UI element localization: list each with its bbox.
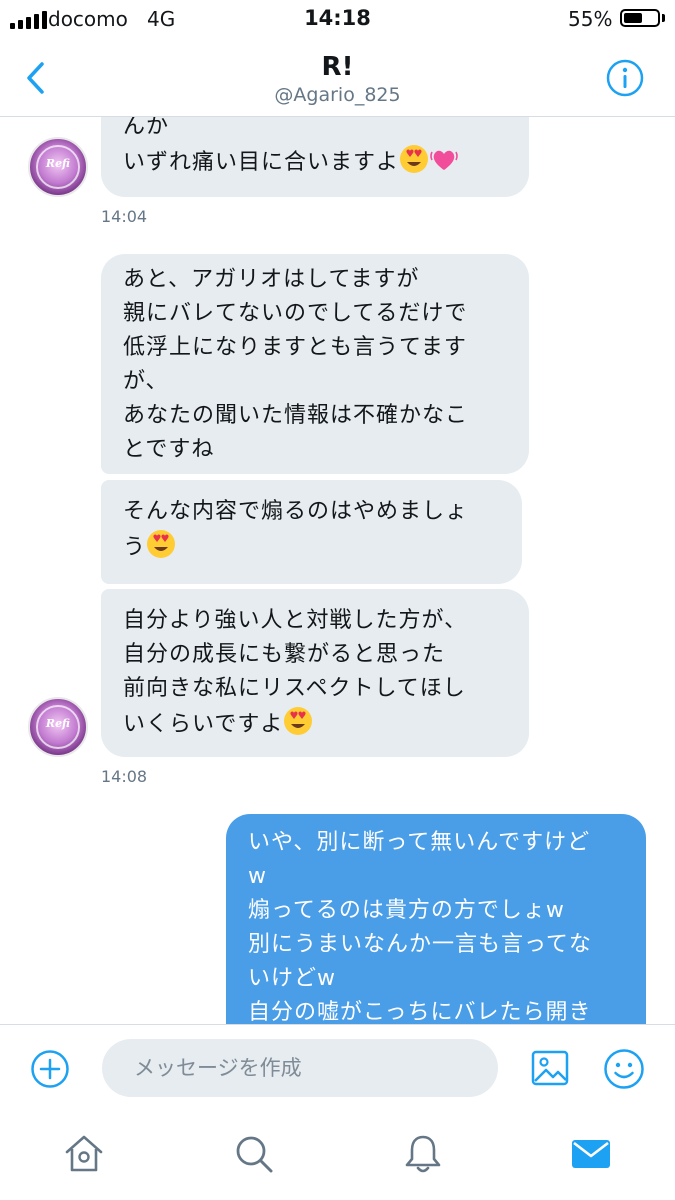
incoming-message[interactable]: あと、アガリオはしてますが 親にバレてないのでしてるだけで 低浮上になりますとも… xyxy=(101,254,529,474)
avatar[interactable]: Refi xyxy=(28,137,88,197)
bell-icon[interactable] xyxy=(401,1132,445,1176)
heart-eyes-emoji xyxy=(147,530,176,558)
battery-icon xyxy=(620,9,660,27)
incoming-message[interactable]: 自分より強い人と対戦した方が、 自分の成長にも繋がると思った 前向きな私にリスペ… xyxy=(101,589,529,757)
conversation-title[interactable]: R! xyxy=(0,52,675,82)
message-text: いや、別に断って無いんですけど w 煽ってるのは貴方の方でしょw 別にうまいなん… xyxy=(248,830,592,1024)
image-icon[interactable] xyxy=(530,1048,570,1088)
heart-eyes-emoji xyxy=(400,145,429,173)
search-icon[interactable] xyxy=(232,1132,276,1176)
message-text: あと、アガリオはしてますが 親にバレてないのでしてるだけで 低浮上になりますとも… xyxy=(123,267,469,462)
avatar-caption: Refi xyxy=(45,157,71,170)
battery-fill xyxy=(624,13,642,23)
plus-circle-icon[interactable] xyxy=(30,1049,70,1089)
smiley-icon[interactable] xyxy=(603,1048,645,1090)
tab-bar xyxy=(0,1110,675,1200)
incoming-message[interactable]: そんな内容で煽るのはやめましょ う xyxy=(101,480,522,584)
conversation-handle[interactable]: @Agario_825 xyxy=(0,84,675,106)
message-input[interactable] xyxy=(102,1039,498,1097)
battery-percent: 55% xyxy=(568,7,613,31)
info-icon[interactable] xyxy=(605,58,645,98)
message-text: んか いずれ痛い目に合いますよ xyxy=(123,117,400,175)
heart-eyes-emoji xyxy=(284,707,313,735)
mail-icon[interactable] xyxy=(569,1132,613,1176)
avatar-caption: Refi xyxy=(45,717,71,730)
message-timestamp: 14:08 xyxy=(101,767,148,786)
avatar[interactable]: Refi xyxy=(28,697,88,757)
home-icon[interactable] xyxy=(62,1132,106,1176)
compose-bar xyxy=(0,1024,675,1111)
outgoing-message[interactable]: いや、別に断って無いんですけど w 煽ってるのは貴方の方でしょw 別にうまいなん… xyxy=(226,814,646,1024)
message-timestamp: 14:04 xyxy=(101,207,148,226)
incoming-message[interactable]: んか いずれ痛い目に合いますよ xyxy=(101,117,529,197)
growing-heart-emoji xyxy=(430,150,458,170)
status-bar: docomo 4G 14:18 55% xyxy=(0,0,675,40)
conversation-header: R! @Agario_825 xyxy=(0,40,675,117)
battery-tip xyxy=(662,14,665,22)
conversation-thread[interactable]: Refi んか いずれ痛い目に合いますよ 14:04 あと、アガリオはしてますが… xyxy=(0,117,675,1024)
